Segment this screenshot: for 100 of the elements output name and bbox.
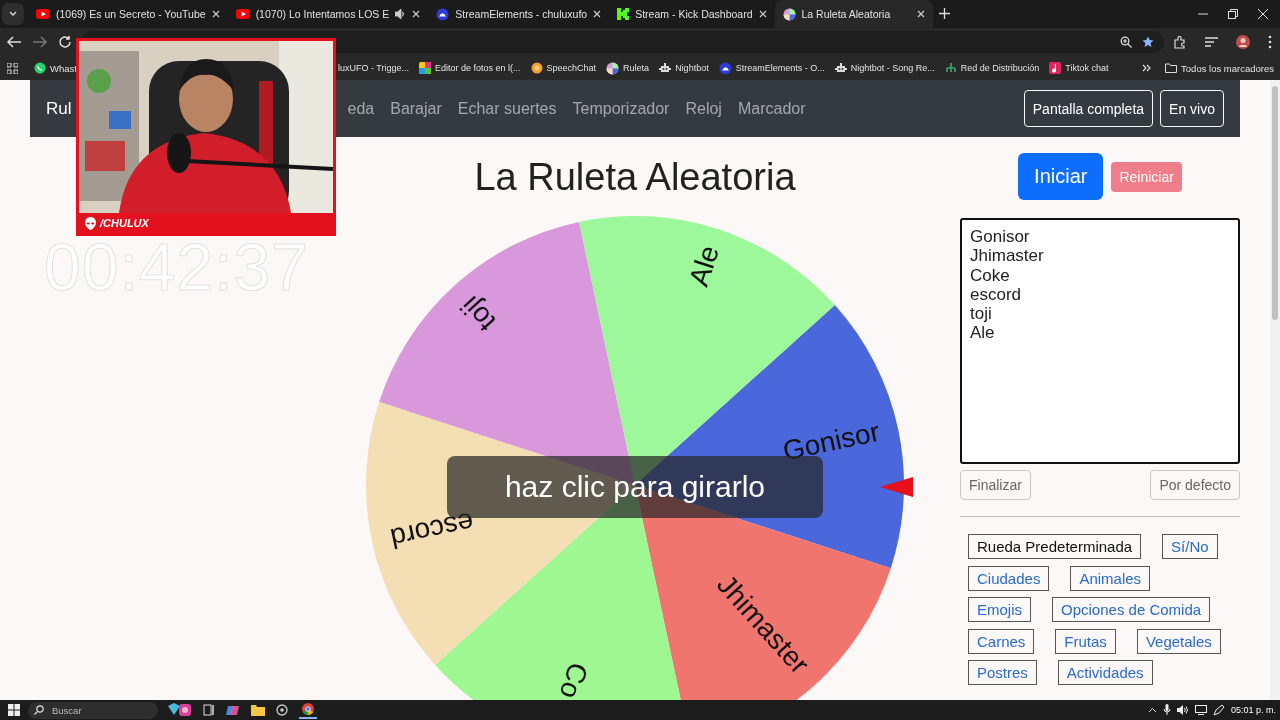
preset-button[interactable]: Emojis bbox=[968, 597, 1031, 622]
scrollbar[interactable] bbox=[1270, 80, 1280, 700]
close-tab-icon[interactable] bbox=[412, 10, 421, 18]
preset-button[interactable]: Frutas bbox=[1055, 628, 1116, 654]
segment-label: toji bbox=[454, 290, 502, 338]
bookmark[interactable]: Nightbot - Song Re... bbox=[834, 60, 935, 76]
nav-link[interactable]: eda bbox=[339, 99, 383, 118]
robot-icon bbox=[834, 62, 847, 74]
pen-icon[interactable] bbox=[1212, 704, 1225, 716]
page-title: La Ruleta Aleatoria bbox=[474, 155, 796, 199]
close-tab-icon[interactable] bbox=[916, 10, 925, 18]
start-button[interactable]: Iniciar bbox=[1018, 153, 1104, 200]
close-tab-icon[interactable] bbox=[211, 10, 220, 18]
preset-button[interactable]: Opciones de Comida bbox=[1052, 597, 1211, 622]
wheel-icon bbox=[606, 61, 620, 75]
bookmark[interactable]: Nightbot bbox=[659, 60, 709, 76]
finish-button[interactable]: Finalizar bbox=[960, 470, 1031, 500]
speaker-icon[interactable] bbox=[1176, 705, 1189, 715]
back-icon[interactable] bbox=[6, 35, 22, 49]
chrome-taskbar-icon[interactable] bbox=[299, 701, 317, 719]
gallery-icon bbox=[419, 62, 431, 74]
zoom-icon[interactable] bbox=[1120, 36, 1132, 48]
nav-link[interactable]: Echar suertes bbox=[449, 99, 565, 118]
nav-link[interactable]: Temporizador bbox=[564, 99, 678, 118]
windows-icon[interactable] bbox=[8, 704, 20, 716]
restore-icon[interactable] bbox=[1228, 9, 1238, 19]
close-icon[interactable] bbox=[1258, 9, 1268, 19]
search-field[interactable]: Buscar bbox=[28, 701, 158, 719]
preset-button[interactable]: Postres bbox=[968, 660, 1037, 685]
tab-title: (1069) Es un Secreto - YouTube bbox=[56, 8, 206, 20]
bookmark[interactable]: Tiktok chat bbox=[1049, 60, 1109, 76]
reload-icon[interactable] bbox=[58, 35, 72, 49]
bookmark[interactable]: Ruleta bbox=[606, 59, 650, 77]
more-icon[interactable] bbox=[1268, 35, 1272, 49]
clock-time[interactable]: 05:01 p. m. bbox=[1230, 705, 1276, 715]
tab-title: (1070) Lo Intentamos LOS E bbox=[255, 8, 390, 20]
chevron-up-icon[interactable] bbox=[1147, 707, 1157, 713]
robot-icon bbox=[659, 62, 672, 74]
bookmark[interactable]: SpeechChat bbox=[530, 60, 597, 76]
chevron-double-right-icon[interactable] bbox=[1142, 64, 1152, 72]
default-button[interactable]: Por defecto bbox=[1150, 470, 1240, 500]
extensions-icon[interactable] bbox=[1174, 35, 1187, 49]
music-note-icon bbox=[1049, 62, 1062, 74]
pointer-icon bbox=[880, 477, 913, 497]
nav-link[interactable]: Barajar bbox=[382, 99, 450, 118]
tab-title: La Ruleta Aleatoria bbox=[801, 8, 892, 20]
scrollbar-thumb[interactable] bbox=[1272, 86, 1278, 320]
widgets-icon[interactable] bbox=[166, 702, 192, 718]
plus-icon[interactable] bbox=[938, 8, 950, 19]
apps-grid-icon[interactable] bbox=[7, 62, 18, 74]
folder-icon[interactable] bbox=[251, 704, 265, 716]
preset-button[interactable]: Vegetales bbox=[1136, 628, 1221, 654]
video-icon bbox=[235, 9, 250, 19]
search-icon bbox=[34, 705, 44, 715]
bookmark[interactable]: luxUFO - Trigge... bbox=[338, 61, 409, 75]
network-icon bbox=[944, 62, 957, 74]
preset-button[interactable]: Ciudades bbox=[968, 565, 1050, 591]
alien-icon bbox=[85, 216, 96, 230]
microphone-icon[interactable] bbox=[1162, 704, 1171, 716]
preset-button[interactable]: Sí/No bbox=[1162, 534, 1218, 559]
chat-icon bbox=[34, 62, 46, 74]
browser-tab[interactable]: (1069) Es un Secreto - YouTube bbox=[28, 0, 228, 28]
wheel-icon bbox=[782, 7, 796, 21]
video-icon bbox=[36, 9, 50, 19]
bookmark[interactable]: StreamElements - O... bbox=[718, 59, 825, 77]
close-tab-icon[interactable] bbox=[758, 10, 767, 18]
forward-icon[interactable] bbox=[32, 35, 48, 49]
close-tab-icon[interactable] bbox=[593, 10, 602, 18]
browser-tab[interactable]: StreamElements - chuluxufo bbox=[428, 0, 610, 28]
chevron-down-icon bbox=[9, 11, 17, 17]
bookmark[interactable]: Red de Distribución bbox=[944, 60, 1040, 76]
tab-search-button[interactable] bbox=[2, 3, 24, 25]
monitor-icon[interactable] bbox=[1194, 705, 1207, 715]
entries-field[interactable]: Gonisor Jhimaster Coke escord toji Ale bbox=[960, 218, 1240, 464]
segment-label: Co bbox=[553, 658, 594, 700]
preset-button[interactable]: Actividades bbox=[1057, 660, 1153, 685]
browser-tab[interactable]: Stream - Kick Dashboard bbox=[609, 0, 775, 28]
circle-logo-icon bbox=[718, 61, 732, 75]
preset-button[interactable]: Animales bbox=[1070, 565, 1151, 591]
nav-link[interactable]: Reloj bbox=[677, 99, 730, 118]
avatar-icon[interactable] bbox=[1236, 35, 1250, 49]
nav-button[interactable]: En vivo bbox=[1160, 90, 1224, 127]
star-icon[interactable] bbox=[1142, 36, 1154, 48]
tab-title: Stream - Kick Dashboard bbox=[635, 8, 753, 20]
folder-icon bbox=[1165, 63, 1178, 73]
preset-button[interactable]: Carnes bbox=[968, 628, 1035, 654]
brand-link[interactable]: Rul bbox=[46, 98, 72, 119]
nav-button[interactable]: Pantalla completa bbox=[1023, 90, 1154, 127]
circle-app-icon[interactable] bbox=[276, 704, 288, 716]
all-bookmarks-button[interactable]: Todos los marcadores bbox=[1165, 60, 1274, 76]
bookmark[interactable]: Editor de fotos en l(... bbox=[419, 60, 521, 76]
task-view-icon[interactable] bbox=[203, 704, 215, 716]
reading-list-icon[interactable] bbox=[1205, 36, 1218, 48]
browser-tab[interactable]: La Ruleta Aleatoria bbox=[774, 0, 933, 28]
nav-link[interactable]: Marcador bbox=[729, 99, 814, 118]
preset-button[interactable]: Rueda Predeterminada bbox=[968, 534, 1142, 559]
browser-tab[interactable]: (1070) Lo Intentamos LOS E bbox=[227, 0, 429, 28]
tab-title: StreamElements - chuluxufo bbox=[455, 8, 588, 20]
segment-label: Ale bbox=[683, 241, 725, 290]
bookmark[interactable]: Whast bbox=[34, 60, 77, 76]
